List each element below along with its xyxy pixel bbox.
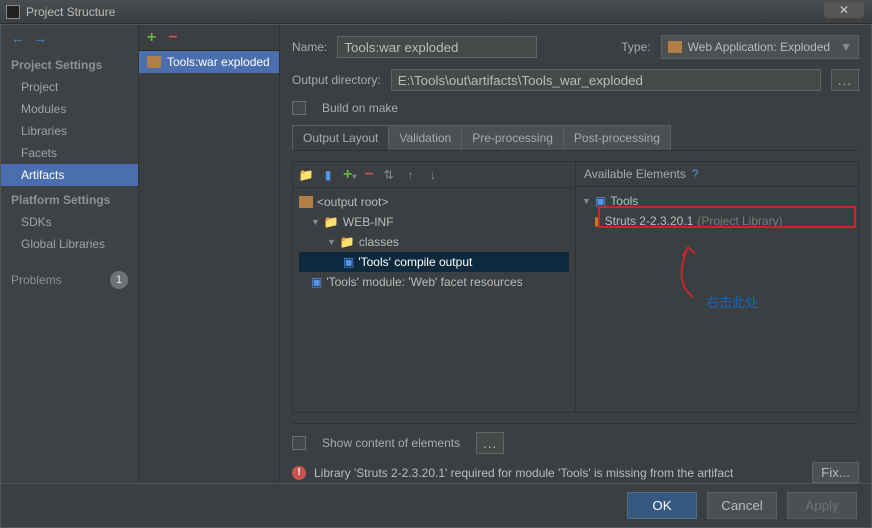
tree-compile-output[interactable]: ▣ 'Tools' compile output (299, 252, 569, 272)
name-input[interactable] (337, 36, 537, 58)
chevron-down-icon: ▼ (582, 196, 591, 206)
down-icon[interactable]: ↓ (426, 168, 440, 182)
tab-validation[interactable]: Validation (388, 125, 462, 150)
ok-button[interactable]: OK (627, 492, 697, 519)
warning-text: Library 'Struts 2-2.3.20.1' required for… (314, 466, 733, 480)
content-options-button[interactable]: ... (476, 432, 504, 454)
chevron-down-icon: ▼ (327, 237, 336, 247)
artifact-icon (299, 196, 313, 208)
available-elements-label: Available Elements (584, 167, 686, 181)
tree-label: 'Tools' module: 'Web' facet resources (326, 275, 522, 289)
outdir-label: Output directory: (292, 73, 381, 87)
tree-classes[interactable]: ▼ 📁 classes (299, 232, 569, 252)
type-label: Type: (621, 40, 650, 54)
artifact-item-label: Tools:war exploded (167, 55, 270, 69)
add-button[interactable]: +▾ (343, 166, 356, 184)
project-settings-heading: Project Settings (1, 51, 138, 76)
main-panel: Name: Type: Web Application: Exploded ▼ … (280, 25, 871, 483)
name-label: Name: (292, 40, 327, 54)
sidebar-item-project[interactable]: Project (1, 76, 138, 98)
type-icon (668, 41, 682, 53)
folder-icon: 📁 (340, 235, 355, 249)
show-content-checkbox[interactable] (292, 436, 306, 450)
cancel-button[interactable]: Cancel (707, 492, 777, 519)
build-on-make-checkbox[interactable] (292, 101, 306, 115)
annotation-text: 右击此处 (706, 292, 758, 311)
sidebar: ← → Project Settings Project Modules Lib… (1, 25, 139, 483)
chevron-down-icon: ▼ (311, 217, 320, 227)
tab-output-layout[interactable]: Output Layout (292, 125, 389, 150)
problems-count-badge: 1 (110, 271, 128, 289)
sidebar-item-sdks[interactable]: SDKs (1, 211, 138, 233)
platform-settings-heading: Platform Settings (1, 186, 138, 211)
browse-button[interactable]: ... (831, 69, 859, 91)
add-artifact-button[interactable]: + (147, 29, 156, 47)
artifact-list-panel: + − Tools:war exploded (139, 25, 280, 483)
remove-button[interactable]: − (364, 166, 373, 184)
tree-webinf[interactable]: ▼ 📁 WEB-INF (299, 212, 569, 232)
artifact-icon (147, 56, 161, 68)
module-icon: ▣ (311, 275, 322, 289)
forward-arrow-icon[interactable]: → (33, 30, 47, 46)
library-icon: ▮ (594, 214, 601, 228)
apply-button[interactable]: Apply (787, 492, 857, 519)
module-icon: ▣ (343, 255, 354, 269)
folder-icon: 📁 (324, 215, 339, 229)
tree-label: classes (359, 235, 399, 249)
sort-icon[interactable]: ⇅ (382, 168, 396, 182)
tree-suffix: (Project Library) (697, 214, 782, 228)
sidebar-item-modules[interactable]: Modules (1, 98, 138, 120)
show-content-label: Show content of elements (322, 436, 460, 450)
tree-tools-module[interactable]: ▼ ▣ Tools (582, 191, 852, 211)
build-on-make-label: Build on make (322, 101, 398, 115)
module-icon: ▣ (595, 194, 606, 208)
problems-label: Problems (11, 273, 62, 287)
up-icon[interactable]: ↑ (404, 168, 418, 182)
window-title: Project Structure (26, 5, 115, 19)
close-button[interactable]: ✕ (824, 2, 864, 18)
tab-post-processing[interactable]: Post-processing (563, 125, 671, 150)
available-elements-pane: Available Elements ? ▼ ▣ Tools ▮ Struts … (576, 162, 858, 412)
error-icon: ! (292, 466, 306, 480)
type-value: Web Application: Exploded (688, 40, 831, 54)
artifact-item[interactable]: Tools:war exploded (139, 51, 279, 73)
tree-label: Struts 2-2.3.20.1 (605, 214, 694, 228)
tree-label: WEB-INF (343, 215, 394, 229)
help-icon[interactable]: ? (692, 167, 699, 181)
remove-artifact-button[interactable]: − (168, 29, 177, 47)
sidebar-item-global-libraries[interactable]: Global Libraries (1, 233, 138, 255)
tab-pre-processing[interactable]: Pre-processing (461, 125, 564, 150)
output-tree-pane: 📁 ▮ +▾ − ⇅ ↑ ↓ <output root> ▼ 📁 WEB-INF (293, 162, 576, 412)
annotation-arrow (663, 242, 703, 305)
app-icon (6, 5, 20, 19)
sidebar-item-facets[interactable]: Facets (1, 142, 138, 164)
new-folder-icon[interactable]: 📁 (299, 168, 313, 182)
fix-button[interactable]: Fix... (812, 462, 859, 483)
chevron-down-icon: ▼ (840, 40, 852, 54)
outdir-input[interactable] (391, 69, 821, 91)
tree-struts-library[interactable]: ▮ Struts 2-2.3.20.1 (Project Library) (582, 211, 852, 231)
sidebar-item-artifacts[interactable]: Artifacts (1, 164, 138, 186)
tree-label: Tools (610, 194, 638, 208)
tree-output-root[interactable]: <output root> (299, 192, 569, 212)
back-arrow-icon[interactable]: ← (11, 30, 25, 46)
sidebar-item-libraries[interactable]: Libraries (1, 120, 138, 142)
sidebar-problems[interactable]: Problems 1 (1, 267, 138, 293)
tree-label: 'Tools' compile output (358, 255, 472, 269)
new-file-icon[interactable]: ▮ (321, 168, 335, 182)
tabs: Output Layout Validation Pre-processing … (292, 125, 859, 151)
tree-facet-resources[interactable]: ▣ 'Tools' module: 'Web' facet resources (299, 272, 569, 292)
type-dropdown[interactable]: Web Application: Exploded ▼ (661, 35, 859, 59)
tree-label: <output root> (317, 195, 388, 209)
